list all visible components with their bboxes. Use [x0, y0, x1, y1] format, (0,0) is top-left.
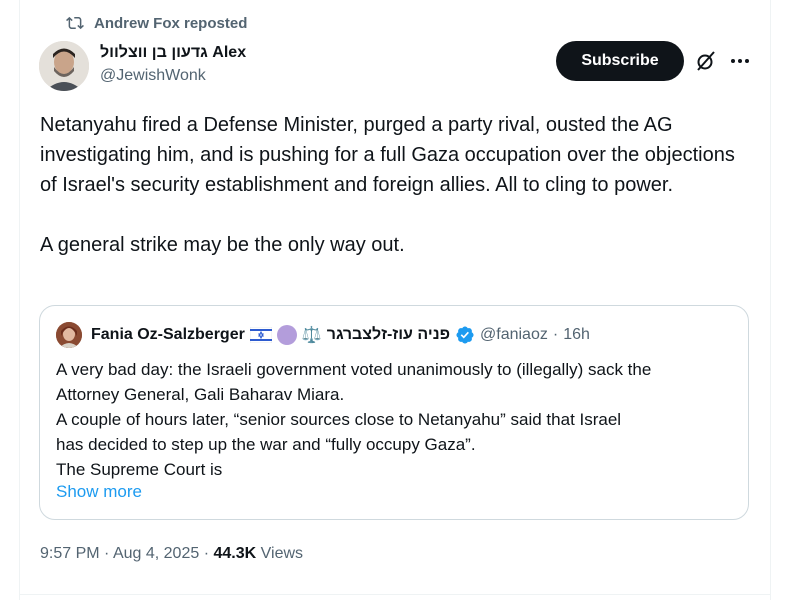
quoted-tweet-text: A very bad day: the Israeli government v…	[56, 357, 746, 482]
quoted-tweet-line: Attorney General, Gali Baharav Miara.	[56, 385, 345, 404]
quoted-author-name[interactable]: Fania Oz-Salzberger	[91, 326, 245, 344]
separator-dot: ·	[203, 545, 210, 562]
quoted-tweet-header: Fania Oz-Salzberger ⚖️ פניה עוז-זלצברגר …	[56, 322, 590, 348]
quoted-author-handle[interactable]: @faniaoz	[480, 326, 548, 344]
show-more-link[interactable]: Show more	[56, 482, 142, 502]
quoted-tweet-line: has decided to step up the war and “full…	[56, 435, 476, 454]
tweet-text: Netanyahu fired a Defense Minister, purg…	[40, 110, 740, 260]
tweet-paragraph: Netanyahu fired a Defense Minister, purg…	[40, 114, 735, 196]
views-label: Views	[260, 545, 304, 562]
separator-dot: ·	[552, 326, 559, 343]
post-date[interactable]: Aug 4, 2025	[113, 545, 199, 562]
quoted-tweet-line: A very bad day: the Israeli government v…	[56, 360, 652, 379]
quoted-tweet-time[interactable]: 16h	[563, 326, 590, 344]
grok-icon[interactable]	[694, 49, 718, 73]
quoted-tweet-line: A couple of hours later, “senior sources…	[56, 410, 622, 429]
timeline-right-border	[770, 0, 771, 600]
author-info: גדעון בן ווצלוול Alex @JewishWonk	[100, 43, 246, 86]
quoted-tweet-card[interactable]: Fania Oz-Salzberger ⚖️ פניה עוז-זלצברגר …	[39, 305, 749, 520]
tweet-meta: 9:57 PM · Aug 4, 2025 · 44.3K Views	[40, 545, 303, 563]
post-time[interactable]: 9:57 PM	[40, 545, 100, 562]
tweet-paragraph: A general strike may be the only way out…	[40, 234, 405, 256]
separator-dot: ·	[104, 545, 110, 562]
author-display-name[interactable]: גדעון בן ווצלוול Alex	[100, 43, 246, 63]
repost-text: Andrew Fox reposted	[94, 14, 248, 32]
verified-badge-icon	[455, 325, 475, 345]
author-handle[interactable]: @JewishWonk	[100, 66, 246, 86]
subscribe-button[interactable]: Subscribe	[556, 41, 684, 81]
quoted-author-hebrew-name: פניה עוז-זלצברגר	[326, 326, 451, 343]
more-icon[interactable]	[728, 49, 752, 73]
quoted-author-avatar[interactable]	[56, 322, 82, 348]
views-count: 44.3K	[213, 545, 257, 562]
author-avatar[interactable]	[39, 41, 89, 91]
repost-icon	[66, 14, 84, 32]
timeline-left-border	[19, 0, 20, 600]
tweet-bottom-divider	[19, 594, 771, 595]
israel-flag-icon	[249, 326, 273, 344]
purple-circle-icon	[276, 325, 297, 345]
quoted-tweet-line: The Supreme Court is	[56, 460, 223, 479]
repost-indicator[interactable]: Andrew Fox reposted	[66, 14, 247, 32]
scales-icon: ⚖️	[301, 327, 322, 344]
